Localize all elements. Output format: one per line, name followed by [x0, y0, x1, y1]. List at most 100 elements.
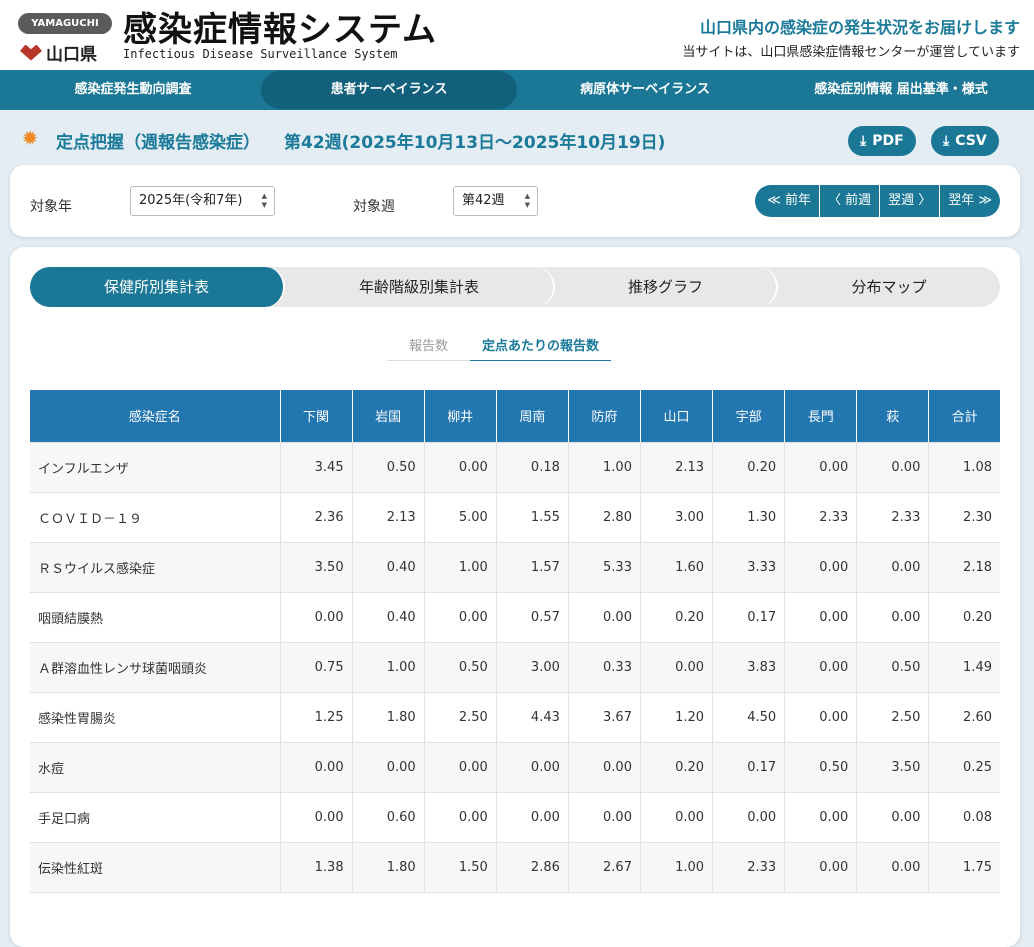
disease-name-cell: ＲＳウイルス感染症	[30, 541, 281, 593]
value-cell: 0.00	[351, 741, 425, 793]
tab-distribution-map[interactable]: 分布マップ	[778, 267, 1000, 307]
disease-name-cell: Ａ群溶血性レンサ球菌咽頭炎	[30, 641, 281, 693]
table-row: 感染性胃腸炎 1.25 1.80 2.50 4.43 3.67 1.20 4.50 0.00 2.…	[30, 691, 1000, 743]
column-header: 下関	[279, 390, 353, 442]
value-cell: 2.33	[712, 841, 786, 893]
value-cell: 0.00	[639, 791, 714, 843]
next-year-button[interactable]: 翌年 ≫	[939, 185, 1000, 217]
year-select[interactable]: 2025年(令和7年) ▲ ▼	[130, 186, 275, 216]
value-cell: 0.20	[639, 741, 714, 793]
value-cell: 0.40	[351, 541, 425, 593]
tab-by-age[interactable]: 年齢階級別集計表	[285, 267, 555, 307]
value-cell: 0.75	[279, 641, 353, 693]
value-cell: 1.38	[279, 841, 353, 893]
value-cell: 1.80	[351, 841, 425, 893]
column-header: 感染症名	[30, 390, 280, 442]
value-cell: 1.60	[639, 541, 714, 593]
yamaguchi-badge: YAMAGUCHI	[18, 13, 112, 34]
value-cell: 1.80	[351, 691, 425, 743]
week-select[interactable]: 第42週 ▲ ▼	[453, 186, 538, 216]
value-cell: 0.00	[495, 791, 569, 843]
value-cell: 4.43	[495, 691, 569, 743]
week-navigation: ≪ 前年 〈 前週 翌週 〉 翌年 ≫	[755, 185, 1000, 217]
value-cell: 0.17	[712, 741, 786, 793]
column-header: 防府	[567, 390, 641, 442]
table-row: インフルエンザ 3.45 0.50 0.00 0.18 1.00 2.13 0.20 0.00 0…	[30, 441, 1000, 493]
subtab-report-count[interactable]: 報告数	[387, 333, 471, 361]
value-cell: 1.00	[351, 641, 425, 693]
tab-by-health-center[interactable]: 保健所別集計表	[30, 267, 285, 307]
disease-name-cell: 水痘	[30, 741, 281, 793]
prev-year-button[interactable]: ≪ 前年	[755, 185, 819, 217]
value-cell: 1.75	[928, 841, 1000, 893]
table-header-row: 感染症名 下関 岩国 柳井 周南 防府 山口 宇部 長門萩合計	[30, 390, 1000, 442]
value-cell: 0.00	[856, 841, 930, 893]
nav-pathogen-surveillance[interactable]: 病原体サーベイランス	[517, 70, 773, 110]
subtab-per-sentinel[interactable]: 定点あたりの報告数	[470, 333, 612, 361]
tab-trend-graph[interactable]: 推移グラフ	[555, 267, 778, 307]
page-period: 第42週(2025年10月13日〜2025年10月19日)	[284, 133, 666, 153]
metric-subtabs: 報告数 定点あたりの報告数	[387, 333, 612, 361]
table-row: Ａ群溶血性レンサ球菌咽頭炎 0.75 1.00 0.50 3.00 0.33 0.00 3.8…	[30, 641, 1000, 693]
page-title-bar: ✹ 定点把握（週報告感染症） 第42週(2025年10月13日〜2025年10月1…	[0, 110, 1034, 166]
value-cell: 1.55	[495, 491, 569, 543]
nav-patient-surveillance[interactable]: 患者サーベイランス	[261, 71, 517, 109]
disease-name-cell: 咽頭結膜熱	[30, 591, 281, 643]
column-header: 宇部	[712, 390, 785, 442]
value-cell: 3.50	[279, 541, 353, 593]
value-cell: 2.33	[856, 491, 930, 543]
value-cell: 5.33	[567, 541, 641, 593]
prev-week-button[interactable]: 〈 前週	[818, 185, 879, 217]
value-cell: 0.00	[423, 591, 497, 643]
column-header: 周南	[495, 390, 569, 442]
select-arrows-icon: ▲ ▼	[261, 192, 267, 209]
results-card: 保健所別集計表 年齢階級別集計表 推移グラフ 分布マップ 報告数 定点あたりの報…	[10, 247, 1020, 947]
nav-trend-survey[interactable]: 感染症発生動向調査	[5, 70, 261, 110]
site-header: YAMAGUCHI 山口県 感染症情報システム Infectious Disea…	[0, 0, 1034, 70]
disease-name-cell: 感染性胃腸炎	[30, 691, 281, 743]
value-cell: 2.36	[279, 491, 353, 543]
value-cell: 2.50	[423, 691, 497, 743]
prefecture-logo[interactable]: 山口県	[20, 40, 97, 65]
column-header: 柳井	[423, 390, 497, 442]
disease-name-cell: ＣＯＶＩＤ－１９	[30, 491, 281, 543]
value-cell: 2.60	[928, 691, 1000, 743]
value-cell: 0.18	[495, 441, 569, 493]
value-cell: 3.45	[279, 441, 353, 493]
value-cell: 2.13	[351, 491, 425, 543]
value-cell: 0.00	[279, 741, 353, 793]
value-cell: 0.00	[423, 741, 497, 793]
value-cell: 0.17	[712, 591, 786, 643]
disease-name-cell: 伝染性紅斑	[30, 841, 281, 893]
value-cell: 3.00	[639, 491, 714, 543]
value-cell: 0.20	[639, 591, 714, 643]
week-value: 第42週	[462, 193, 505, 208]
value-cell: 0.40	[351, 591, 425, 643]
value-cell: 0.20	[928, 591, 1000, 643]
value-cell: 0.33	[567, 641, 641, 693]
value-cell: 0.60	[351, 791, 425, 843]
value-cell: 0.20	[712, 441, 786, 493]
value-cell: 2.50	[856, 691, 930, 743]
year-value: 2025年(令和7年)	[139, 193, 243, 208]
value-cell: 0.00	[856, 591, 930, 643]
value-cell: 3.50	[856, 741, 930, 793]
value-cell: 0.57	[495, 591, 569, 643]
value-cell: 0.00	[423, 441, 497, 493]
value-cell: 0.50	[784, 741, 858, 793]
value-cell: 0.00	[856, 791, 930, 843]
lightbulb-icon: ✹	[21, 126, 39, 150]
value-cell: 1.30	[712, 491, 786, 543]
value-cell: 3.33	[712, 541, 786, 593]
table-row: 咽頭結膜熱 0.00 0.40 0.00 0.57 0.00 0.20 0.17 0.00 0.0…	[30, 591, 1000, 643]
surveillance-table: 感染症名 下関 岩国 柳井 周南 防府 山口 宇部 長門萩合計 インフルエンザ 3.45 0.50 0…	[30, 390, 1000, 893]
main-nav: 感染症発生動向調査 患者サーベイランス 病原体サーベイランス 感染症別情報 届出…	[0, 70, 1034, 110]
column-header: 山口	[639, 390, 713, 442]
value-cell: 2.33	[784, 491, 858, 543]
next-week-button[interactable]: 翌週 〉	[879, 185, 939, 217]
site-title[interactable]: 感染症情報システム	[123, 2, 437, 51]
view-tabs: 保健所別集計表 年齢階級別集計表 推移グラフ 分布マップ	[30, 267, 1000, 307]
pdf-download-button[interactable]: ⤓ PDF	[848, 126, 916, 156]
nav-disease-info[interactable]: 感染症別情報 届出基準・様式	[773, 70, 1029, 110]
csv-download-button[interactable]: ⤓ CSV	[931, 126, 999, 156]
